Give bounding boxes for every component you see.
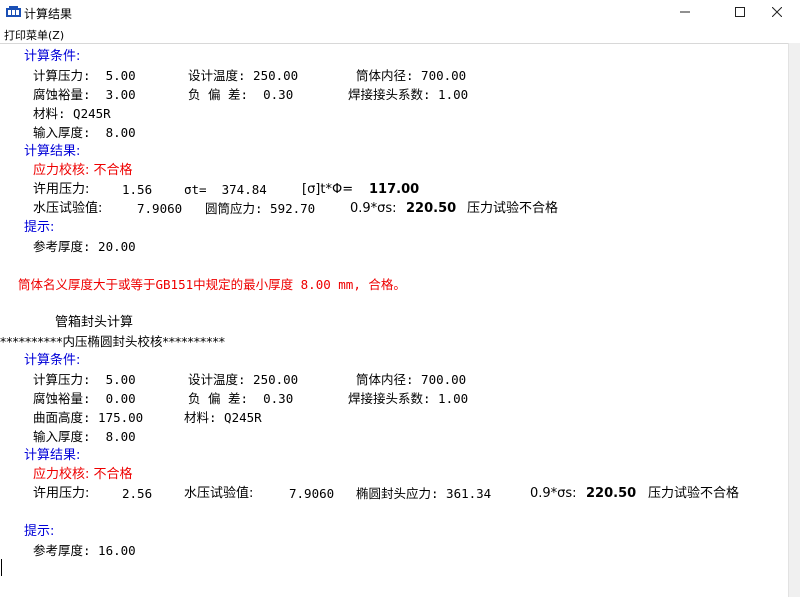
s2-weld-factor: 焊接接头系数: 1.00 — [348, 391, 469, 406]
s1-pressure-test-result: 压力试验不合格 — [467, 201, 559, 216]
s2-material: 材料: Q245R — [184, 410, 262, 425]
s1-material: 材料: Q245R — [33, 106, 111, 121]
s2-corrosion: 腐蚀裕量: 0.00 — [33, 391, 136, 406]
text-caret — [1, 559, 2, 576]
s2-input-thickness: 输入厚度: 8.00 — [33, 429, 136, 444]
s1-weld-factor: 焊接接头系数: 1.00 — [348, 87, 469, 102]
s1-hydro-label: 水压试验值: — [33, 201, 103, 216]
s1-corrosion: 腐蚀裕量: 3.00 — [33, 87, 136, 102]
s1-yield-value: 220.50 — [406, 201, 457, 216]
s2-curve-height: 曲面高度: 175.00 — [33, 410, 144, 425]
s2-title: 管箱封头计算 — [55, 315, 134, 330]
s2-shell-diameter: 筒体内径: 700.00 — [356, 372, 467, 387]
maximize-icon — [735, 7, 745, 17]
s1-thickness-note: 筒体名义厚度大于或等于GB151中规定的最小厚度 8.00 mm, 合格。 — [18, 277, 406, 292]
s1-design-temp: 设计温度: 250.00 — [188, 68, 299, 83]
s1-allow-pressure-label: 许用压力: — [33, 182, 90, 197]
s2-calc-pressure: 计算压力: 5.00 — [33, 372, 136, 387]
s2-banner: **********内压椭圆封头校核********** — [0, 334, 226, 349]
s1-tolerance: 负 偏 差: 0.30 — [188, 87, 294, 102]
s2-ref-thickness: 参考厚度: 16.00 — [33, 543, 136, 558]
s2-head-stress: 椭圆封头应力: 361.34 — [356, 486, 492, 501]
s2-hydro-label: 水压试验值: — [184, 486, 254, 501]
s1-yield-label: 0.9*σs: — [350, 201, 397, 216]
menu-print[interactable]: 打印菜单(Z) — [4, 27, 64, 43]
s1-allow-pressure-value: 1.56 — [122, 182, 153, 197]
s2-allow-pressure-label: 许用压力: — [33, 486, 90, 501]
close-button[interactable] — [754, 0, 800, 25]
s2-result-heading: 计算结果: — [24, 448, 81, 463]
s2-cond-heading: 计算条件: — [24, 353, 81, 368]
window-title: 计算结果 — [24, 7, 73, 21]
minimize-icon — [680, 11, 690, 13]
menu-bar: 打印菜单(Z) — [0, 25, 800, 43]
title-bar: 计算结果 — [0, 0, 800, 26]
app-logo-icon — [6, 6, 21, 17]
s2-allow-pressure-value: 2.56 — [122, 486, 153, 501]
s1-cylinder-stress: 圆筒应力: 592.70 — [205, 201, 316, 216]
vertical-scrollbar[interactable] — [788, 43, 800, 597]
s2-yield-label: 0.9*σs: — [530, 486, 577, 501]
s1-calc-pressure: 计算压力: 5.00 — [33, 68, 136, 83]
s1-sigma-phi-label: [σ]t*Φ= — [302, 182, 354, 197]
s1-shell-diameter: 筒体内径: 700.00 — [356, 68, 467, 83]
s2-tolerance: 负 偏 差: 0.30 — [188, 391, 294, 406]
s1-ref-thickness: 参考厚度: 20.00 — [33, 239, 136, 254]
s2-stress-check: 应力校核: 不合格 — [33, 467, 133, 482]
close-icon — [771, 6, 783, 18]
s1-sigma-t: σt= 374.84 — [184, 182, 267, 197]
s2-hint-heading: 提示: — [24, 524, 55, 539]
s2-design-temp: 设计温度: 250.00 — [188, 372, 299, 387]
s2-pressure-test-result: 压力试验不合格 — [648, 486, 740, 501]
s1-cond-heading: 计算条件: — [24, 49, 81, 64]
result-text-area[interactable]: 计算条件: 计算压力: 5.00 设计温度: 250.00 筒体内径: 700.… — [0, 43, 789, 598]
s1-stress-check: 应力校核: 不合格 — [33, 163, 133, 178]
s1-hydro-value: 7.9060 — [137, 201, 183, 216]
minimize-button[interactable] — [662, 0, 708, 25]
s2-hydro-value: 7.9060 — [289, 486, 335, 501]
s2-yield-value: 220.50 — [586, 486, 637, 501]
s1-sigma-phi-value: 117.00 — [369, 182, 420, 197]
s1-input-thickness: 输入厚度: 8.00 — [33, 125, 136, 140]
s1-hint-heading: 提示: — [24, 220, 55, 235]
s1-result-heading: 计算结果: — [24, 144, 81, 159]
